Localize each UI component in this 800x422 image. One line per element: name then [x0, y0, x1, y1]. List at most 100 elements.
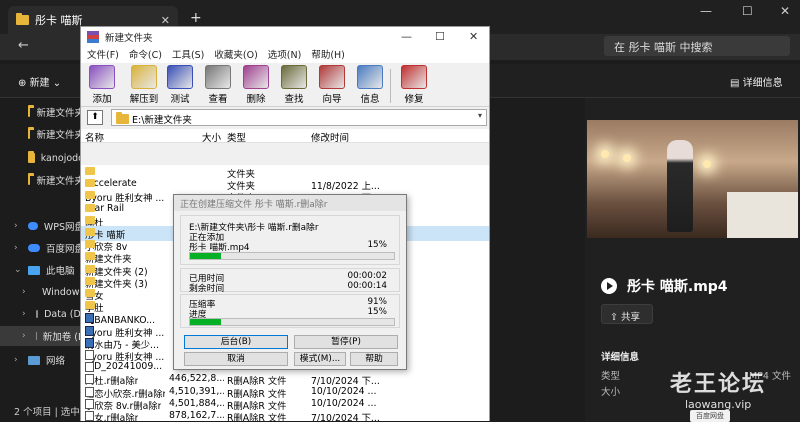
- navigation-pane: 新建文件夹 新建文件夹 kanojodo 新建文件夹 › WPS网盘 › 百度网盘 …: [0, 98, 84, 398]
- winrar-logo-icon: [87, 31, 99, 43]
- new-tab-icon[interactable]: +: [190, 10, 202, 26]
- tool-label: 信息: [360, 94, 380, 105]
- pause-button[interactable]: 暂停(P): [294, 335, 398, 349]
- folder-icon: [85, 252, 95, 261]
- tab-title: 彤卡 喵斯: [35, 14, 83, 27]
- folder-icon: [85, 215, 95, 224]
- menu-options[interactable]: 选项(N): [268, 47, 302, 63]
- sidebar-item-drive-d[interactable]: › Data (D:: [0, 304, 84, 324]
- network-icon: [28, 355, 40, 365]
- details-button-label: 详细信息: [742, 78, 783, 89]
- folder-icon: [85, 276, 95, 285]
- folder-icon: [85, 191, 95, 200]
- file-row[interactable]: 雪女.r删a除r 878,162,7... R删A除R 文件 7/10/2024 下.…: [81, 409, 489, 421]
- time-section: 已用时间 00:00:02 剩余时间 00:00:14: [180, 268, 400, 294]
- extract-to-icon: [131, 65, 157, 89]
- folder-icon: [85, 264, 95, 273]
- sidebar-item-drive-c[interactable]: › Windows: [0, 282, 84, 302]
- column-type[interactable]: 类型: [227, 130, 246, 144]
- folder-icon: [28, 151, 35, 163]
- lamp-light: [623, 154, 631, 162]
- back-icon[interactable]: ←: [18, 38, 29, 53]
- lamp-light: [601, 150, 609, 158]
- sidebar-item[interactable]: 新建文件夹: [0, 124, 84, 144]
- sidebar-item-drive-e[interactable]: › 新加卷 (E: [0, 326, 84, 346]
- chevron-down-icon[interactable]: ▾: [478, 111, 482, 120]
- tool-button-1[interactable]: 解压到: [125, 65, 163, 105]
- tool-label: 向导: [322, 94, 342, 105]
- tool-button-0[interactable]: 添加: [83, 65, 121, 105]
- file-percent: 15%: [367, 240, 387, 250]
- tool-button-2[interactable]: 测试: [161, 65, 199, 105]
- file-progress-fill: [190, 253, 221, 259]
- menu-file[interactable]: 文件(F): [87, 47, 119, 63]
- chevron-right-icon[interactable]: ›: [14, 243, 18, 253]
- tool-button-7[interactable]: 信息: [351, 65, 389, 105]
- video-file-icon: [601, 278, 617, 294]
- total-progress-bar: [189, 318, 395, 326]
- new-button[interactable]: ⊕ 新建 ⌄: [18, 74, 61, 89]
- menu-tools[interactable]: 工具(S): [172, 47, 204, 63]
- total-progress-fill: [190, 319, 221, 325]
- chevron-right-icon[interactable]: ›: [22, 331, 26, 341]
- minimize-icon[interactable]: —: [700, 4, 712, 18]
- chevron-right-icon[interactable]: ›: [14, 221, 18, 231]
- column-size[interactable]: 大小: [202, 130, 221, 144]
- folder-icon: [28, 105, 36, 117]
- cancel-button[interactable]: 取消: [184, 352, 288, 366]
- chevron-right-icon[interactable]: ›: [22, 287, 26, 297]
- tool-button-6[interactable]: 向导: [313, 65, 351, 105]
- file-progress-bar: [189, 252, 395, 260]
- menu-favorites[interactable]: 收藏夹(O): [214, 47, 257, 63]
- column-name[interactable]: 名称: [85, 130, 104, 144]
- file-size-cell: 4,510,391,...: [169, 385, 224, 397]
- details-button[interactable]: ▤ 详细信息: [730, 74, 783, 89]
- winrar-title-bar: 新建文件夹 — ☐ ✕: [81, 27, 489, 47]
- tool-label: 查找: [284, 94, 304, 105]
- share-button[interactable]: ⇪ 共享: [601, 304, 653, 324]
- close-icon[interactable]: ✕: [780, 4, 790, 18]
- sidebar-item-label: WPS网盘: [43, 222, 84, 233]
- column-date[interactable]: 修改时间: [311, 130, 349, 144]
- chevron-right-icon[interactable]: ›: [14, 355, 18, 365]
- up-folder-button[interactable]: ⬆: [87, 110, 103, 125]
- sidebar-item-label: 百度网盘: [45, 244, 84, 255]
- tool-button-3[interactable]: 查看: [199, 65, 237, 105]
- maximize-icon[interactable]: ☐: [435, 30, 445, 43]
- sidebar-item[interactable]: 新建文件夹: [0, 102, 84, 122]
- sidebar-item[interactable]: 新建文件夹: [0, 170, 84, 190]
- menu-help[interactable]: 帮助(H): [311, 47, 345, 63]
- sidebar-item[interactable]: kanojodo: [0, 148, 84, 168]
- tool-button-5[interactable]: 查找: [275, 65, 313, 105]
- chevron-right-icon[interactable]: ›: [22, 309, 26, 319]
- tool-label: 修复: [404, 94, 424, 105]
- chevron-down-icon[interactable]: ⌄: [14, 265, 22, 275]
- background-button[interactable]: 后台(B): [184, 335, 288, 349]
- file-date-cell: 10/10/2024 ...: [311, 385, 377, 397]
- sidebar-item-network[interactable]: › 网络: [0, 350, 84, 370]
- file-icon: [85, 350, 94, 360]
- sidebar-item-this-pc[interactable]: ⌄ 此电脑: [0, 260, 84, 280]
- drive-icon: [36, 310, 39, 318]
- close-icon[interactable]: ✕: [469, 30, 478, 43]
- folder-icon: [85, 289, 95, 297]
- search-input[interactable]: 在 彤卡 喵斯 中搜索: [604, 36, 790, 56]
- tab-close-icon[interactable]: ✕: [161, 14, 170, 27]
- pc-icon: [28, 265, 40, 275]
- find-icon: [281, 65, 307, 89]
- help-button[interactable]: 帮助: [350, 352, 398, 366]
- file-icon: [85, 398, 94, 409]
- path-input[interactable]: E:\新建文件夹 ▾: [111, 109, 487, 126]
- maximize-icon[interactable]: ☐: [742, 4, 753, 18]
- menu-commands[interactable]: 命令(C): [129, 47, 162, 63]
- tool-label: 测试: [170, 94, 190, 105]
- sidebar-item-wps[interactable]: › WPS网盘: [0, 216, 84, 236]
- file-icon: [85, 411, 94, 421]
- tool-button-4[interactable]: 删除: [237, 65, 275, 105]
- folder-icon: [16, 13, 29, 25]
- mode-button[interactable]: 模式(M)...: [294, 352, 346, 366]
- tool-button-8[interactable]: 修复: [395, 65, 433, 105]
- test-icon: [167, 65, 193, 89]
- minimize-icon[interactable]: —: [401, 30, 412, 43]
- sidebar-item-baidu[interactable]: › 百度网盘: [0, 238, 84, 258]
